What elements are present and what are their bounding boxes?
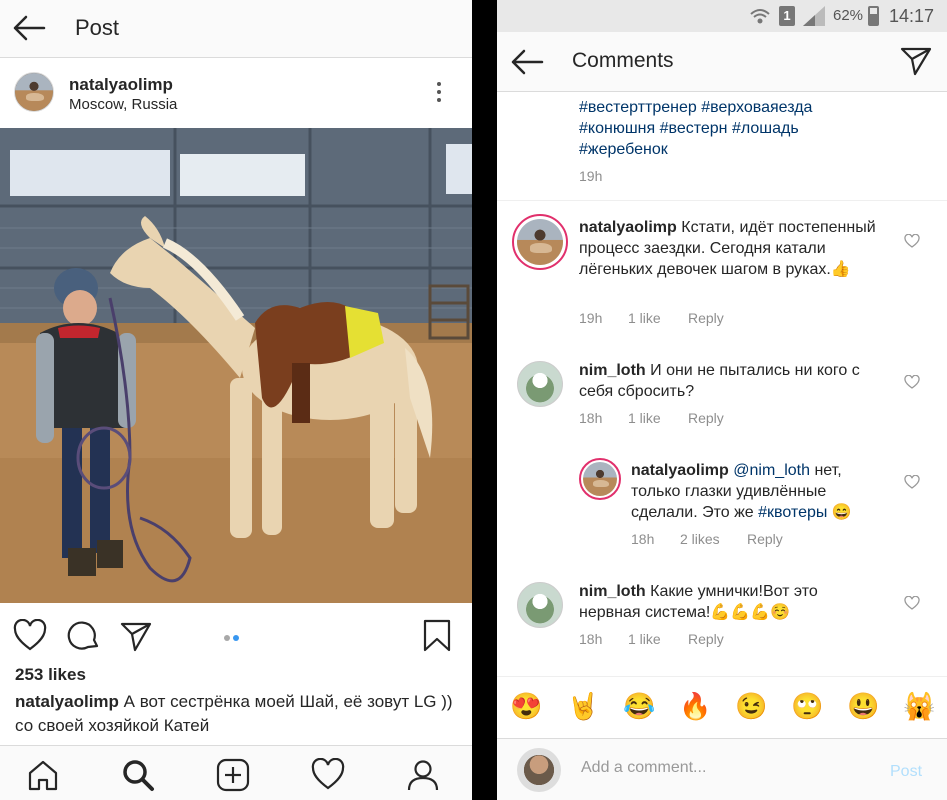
signal-icon — [803, 6, 825, 26]
comment-body: nim_loth Какие умнички!Вот это нервная с… — [579, 581, 879, 623]
commenter-avatar[interactable] — [579, 458, 621, 500]
comment-like-heart-icon[interactable] — [904, 234, 920, 248]
back-arrow-icon[interactable] — [510, 48, 544, 76]
post-screen: Post natalyaolimp Moscow, Russia 253 lik… — [0, 0, 472, 800]
comment-body: natalyaolimp Кстати, идёт постепенный пр… — [579, 217, 879, 280]
share-send-icon[interactable] — [900, 46, 932, 76]
comment-hashtag[interactable]: #квотеры — [758, 504, 827, 521]
emoji-shocked[interactable]: 🙀 — [903, 691, 935, 721]
commenter-avatar[interactable] — [517, 582, 563, 628]
emoji-rock-on[interactable]: 🤘 — [567, 691, 599, 721]
reply-button[interactable]: Reply — [688, 310, 724, 326]
quick-emoji-bar: 😍 🤘 😂 🔥 😉 🙄 😃 🙀 — [497, 676, 947, 738]
add-comment-bar: Post — [497, 738, 947, 800]
comment-time: 19h — [579, 310, 603, 326]
profile-icon[interactable] — [406, 758, 440, 792]
add-post-icon[interactable] — [216, 758, 250, 792]
caption-hashtags[interactable]: #вестерттренер #верховаяезда #конюшня #в… — [579, 97, 879, 160]
comment-username[interactable]: nim_loth — [579, 362, 646, 379]
comment-like-count[interactable]: 1 like — [628, 410, 661, 426]
caption-username[interactable]: natalyaolimp — [15, 692, 119, 711]
comment-body: natalyaolimp @nim_loth нет, только глазк… — [631, 460, 893, 523]
activity-heart-icon[interactable] — [311, 758, 345, 792]
comment-emoji: 😄 — [831, 504, 852, 521]
clock: 14:17 — [889, 6, 935, 26]
comment-time: 18h — [579, 410, 603, 426]
bottom-navigation — [0, 745, 472, 800]
comment-like-count[interactable]: 1 like — [628, 631, 661, 647]
horse-photo-illustration — [0, 128, 472, 603]
search-icon[interactable] — [121, 758, 155, 792]
page-title: Post — [75, 15, 120, 40]
author-avatar[interactable] — [14, 72, 54, 112]
caption-time: 19h — [579, 168, 603, 184]
emoji-eye-roll[interactable]: 🙄 — [791, 691, 823, 721]
page-title: Comments — [572, 49, 674, 72]
comments-header: Comments — [497, 32, 947, 92]
comment-mention[interactable]: @nim_loth — [733, 462, 810, 479]
comment-like-heart-icon[interactable] — [904, 596, 920, 610]
post-author-row: natalyaolimp Moscow, Russia — [0, 60, 472, 128]
sim-indicator: 1 — [779, 6, 795, 26]
post-header: Post — [0, 0, 472, 58]
comment-like-count[interactable]: 2 likes — [680, 531, 720, 547]
battery-icon — [868, 6, 879, 26]
save-bookmark-icon[interactable] — [420, 619, 454, 653]
comment-body: nim_loth И они не пытались ни кого с себ… — [579, 360, 889, 402]
comment-bubble-icon[interactable] — [67, 619, 101, 653]
author-username[interactable]: natalyaolimp — [69, 75, 173, 95]
reply-button[interactable]: Reply — [688, 410, 724, 426]
wifi-icon — [750, 9, 770, 24]
back-arrow-icon[interactable] — [12, 14, 46, 42]
author-location[interactable]: Moscow, Russia — [69, 96, 177, 113]
post-photo[interactable] — [0, 128, 472, 603]
like-heart-icon[interactable] — [13, 619, 47, 653]
divider — [497, 200, 947, 201]
carousel-dot — [224, 635, 230, 641]
commenter-avatar[interactable] — [517, 361, 563, 407]
comment-time: 18h — [579, 631, 603, 647]
emoji-wink[interactable]: 😉 — [735, 691, 767, 721]
carousel-dot-active — [233, 635, 239, 641]
comment-like-heart-icon[interactable] — [904, 375, 920, 389]
comment-username[interactable]: natalyaolimp — [579, 219, 677, 236]
comment-like-count[interactable]: 1 like — [628, 310, 661, 326]
reply-button[interactable]: Reply — [688, 631, 724, 647]
status-bar: 1 62% 14:17 — [497, 0, 947, 32]
commenter-avatar[interactable] — [512, 214, 568, 270]
comment-username[interactable]: nim_loth — [579, 583, 646, 600]
comment-like-heart-icon[interactable] — [904, 475, 920, 489]
home-icon[interactable] — [26, 758, 60, 792]
carousel-dots — [224, 628, 242, 646]
comment-username[interactable]: natalyaolimp — [631, 462, 729, 479]
reply-button[interactable]: Reply — [747, 531, 783, 547]
emoji-heart-eyes[interactable]: 😍 — [510, 691, 542, 721]
post-caption: natalyaolimp А вот сестрёнка моей Шай, е… — [15, 690, 460, 738]
comment-time: 18h — [631, 531, 655, 547]
battery-percent: 62% — [833, 7, 864, 24]
post-comment-button[interactable]: Post — [890, 763, 922, 781]
comment-input[interactable] — [581, 759, 861, 777]
emoji-grin[interactable]: 😃 — [847, 691, 879, 721]
likes-count[interactable]: 253 likes — [15, 665, 86, 685]
emoji-laughing[interactable]: 😂 — [623, 691, 655, 721]
comments-screen: 1 62% 14:17 Comments #вестерттренер #вер… — [497, 0, 947, 800]
share-send-icon[interactable] — [119, 619, 153, 653]
emoji-fire[interactable]: 🔥 — [679, 691, 711, 721]
more-options-icon[interactable] — [432, 82, 446, 106]
current-user-avatar — [517, 748, 561, 792]
